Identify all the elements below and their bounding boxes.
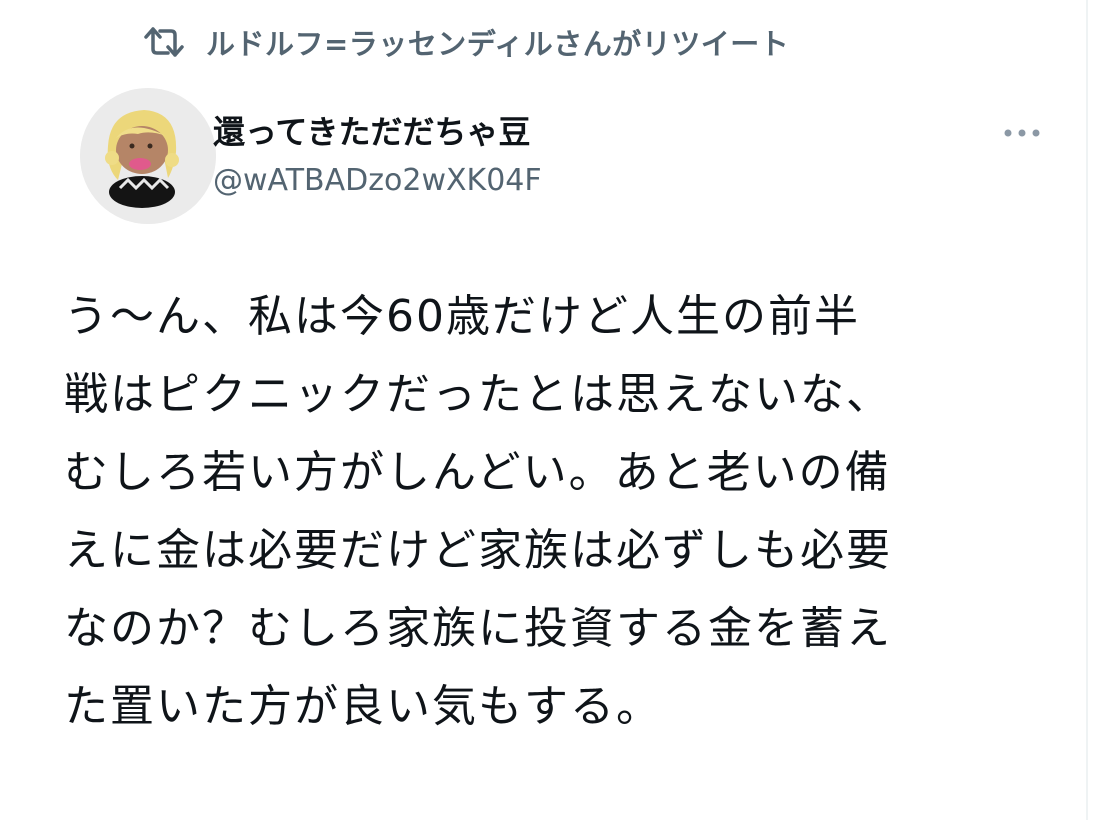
author-display-name[interactable]: 還ってきただだちゃ豆 [213, 110, 542, 154]
timeline-divider [1086, 0, 1088, 820]
avatar[interactable] [80, 88, 216, 224]
retweet-context[interactable]: ルドルフ=ラッセンディルさんがリツイート [142, 20, 789, 64]
retweet-context-label: ルドルフ=ラッセンディルさんがリツイート [206, 27, 790, 61]
retweet-icon [142, 25, 186, 59]
more-horizontal-icon[interactable] [998, 118, 1046, 148]
author-handle[interactable]: @wATBADzo2wXK04F [213, 160, 542, 202]
tweet-author[interactable]: 還ってきただだちゃ豆 @wATBADzo2wXK04F [213, 110, 542, 202]
tweet-text: う～ん、私は今60歳だけど人生の前半 戦はピクニックだったとは思えないな、 むし… [64, 291, 892, 732]
